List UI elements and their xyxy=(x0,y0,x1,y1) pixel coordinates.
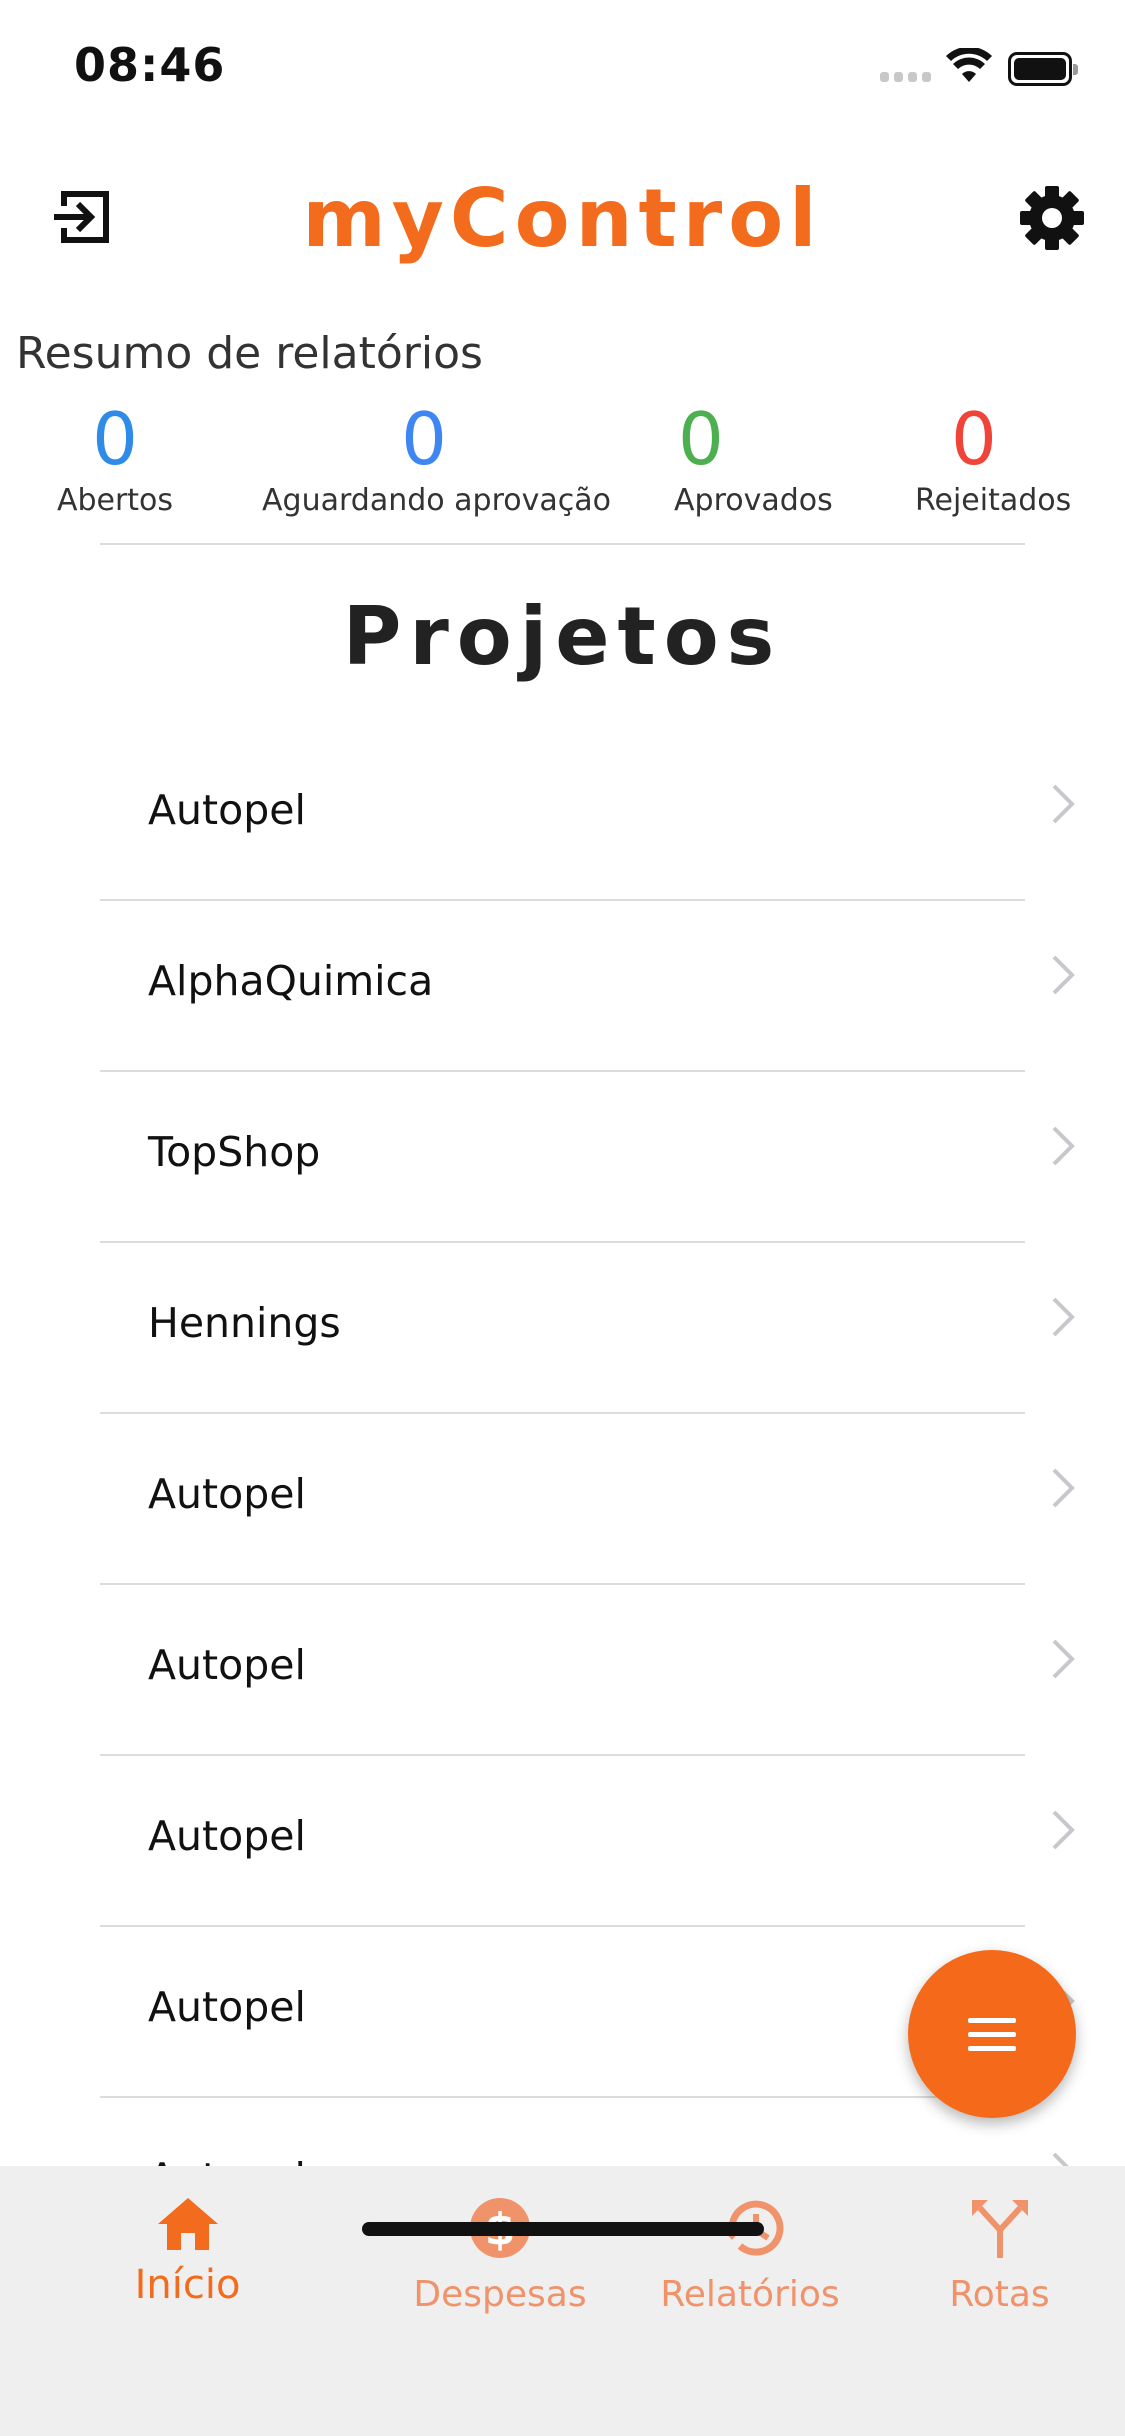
chevron-right-icon xyxy=(1052,784,1075,824)
app-header: myControl xyxy=(0,160,1125,270)
stat-label: Abertos xyxy=(56,483,174,518)
tab-rotas[interactable]: Rotas xyxy=(932,2196,1067,2315)
projects-title: Projetos xyxy=(342,590,783,683)
stat-value: 0 xyxy=(951,397,997,481)
list-item-label: Autopel xyxy=(148,1983,306,2031)
stat-abertos: 0 Abertos xyxy=(55,395,175,518)
home-icon xyxy=(157,2198,218,2250)
tab-label: Relatórios xyxy=(660,2274,840,2315)
list-item-label: AlphaQuimica xyxy=(148,957,434,1005)
list-item[interactable]: Hennings xyxy=(0,1243,1125,1414)
list-item-label: Hennings xyxy=(148,1299,341,1347)
chevron-right-icon xyxy=(1052,1297,1075,1337)
tab-label: Rotas xyxy=(949,2274,1050,2315)
list-item[interactable]: Autopel xyxy=(0,1756,1125,1927)
list-item[interactable]: TopShop xyxy=(0,1072,1125,1243)
summary-title: Resumo de relatórios xyxy=(16,328,483,379)
stat-value: 0 xyxy=(401,397,447,481)
stat-value: 0 xyxy=(678,397,724,481)
list-item[interactable]: AlphaQuimica xyxy=(0,901,1125,1072)
divider xyxy=(100,543,1025,545)
status-bar: 08:46 xyxy=(0,0,1125,140)
stat-rejeitados: 0 Rejeitados xyxy=(915,395,1072,518)
chevron-right-icon xyxy=(1052,955,1075,995)
tab-bar: Início $ Despesas Relatórios Rotas xyxy=(0,2166,1125,2436)
stat-label: Aprovados xyxy=(674,483,833,518)
menu-fab-button[interactable] xyxy=(908,1950,1076,2118)
wifi-icon xyxy=(946,48,992,82)
tab-despesas[interactable]: $ Despesas xyxy=(410,2196,590,2315)
list-item-label: Autopel xyxy=(148,1470,306,1518)
chevron-right-icon xyxy=(1052,1639,1075,1679)
tab-label: Despesas xyxy=(413,2274,587,2315)
gear-icon[interactable] xyxy=(1018,184,1086,252)
cellular-signal-icon xyxy=(880,72,934,84)
chevron-right-icon xyxy=(1052,1810,1075,1850)
list-item-label: Autopel xyxy=(148,1812,306,1860)
stat-value: 0 xyxy=(92,397,138,481)
stat-aprovados: 0 Aprovados xyxy=(674,395,833,518)
chevron-right-icon xyxy=(1052,1468,1075,1508)
list-item[interactable]: Autopel xyxy=(0,730,1125,901)
list-item-label: Autopel xyxy=(148,786,306,834)
tab-relatorios[interactable]: Relatórios xyxy=(660,2196,840,2315)
list-item-label: Autopel xyxy=(148,1641,306,1689)
stat-label: Rejeitados xyxy=(915,483,1072,518)
list-item[interactable]: Autopel xyxy=(0,1585,1125,1756)
chevron-right-icon xyxy=(1052,1126,1075,1166)
app-title: myControl xyxy=(302,172,823,265)
list-item-label: TopShop xyxy=(148,1128,321,1176)
tab-inicio[interactable]: Início xyxy=(110,2196,265,2308)
battery-icon xyxy=(1008,52,1078,86)
route-split-icon xyxy=(971,2200,1028,2258)
stat-aguardando: 0 Aguardando aprovação xyxy=(262,395,611,518)
home-indicator xyxy=(362,2222,764,2236)
stat-label: Aguardando aprovação xyxy=(262,483,611,518)
tab-label: Início xyxy=(134,2262,241,2308)
status-time: 08:46 xyxy=(74,38,226,92)
menu-icon xyxy=(968,2018,1016,2023)
list-item[interactable]: Autopel xyxy=(0,1414,1125,1585)
